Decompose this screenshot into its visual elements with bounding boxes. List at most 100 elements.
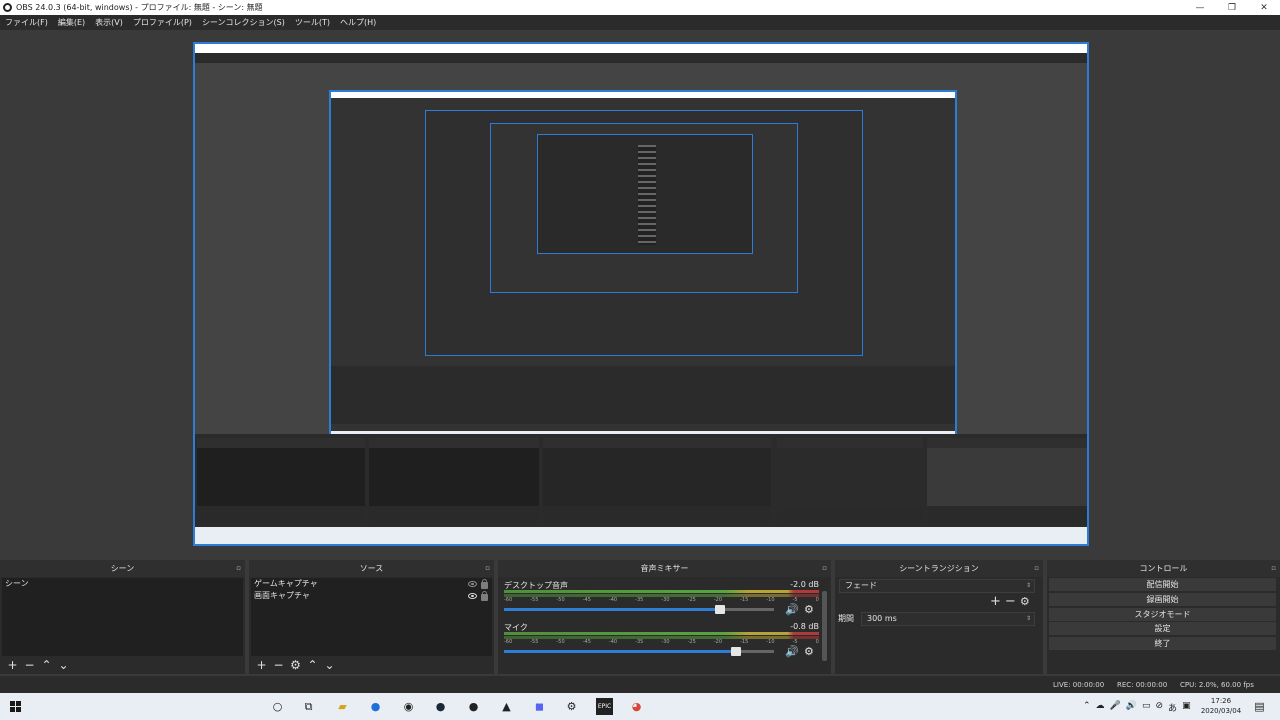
float-icon[interactable]: ▫: [236, 560, 241, 577]
mixer-title: 音声ミキサー: [640, 564, 689, 573]
meter-tick-label: -20: [713, 597, 723, 603]
mixer-channel-mic: マイク -0.8 dB -60 -55 -50 -45 -40 -35 -30 -25 -20-…: [504, 622, 819, 662]
rec-status: REC: 00:00:00: [1117, 681, 1168, 689]
meter-ticks: -60 -55 -50 -45 -40 -35 -30 -25 -20 -15 -10 -5 0: [504, 639, 819, 647]
disabled-icon[interactable]: ⊘: [1156, 701, 1164, 714]
source-item[interactable]: 画面キャプチャ: [251, 590, 492, 602]
title-bar: OBS 24.0.3 (64-bit, windows) - プロファイル: 無…: [0, 0, 1280, 15]
notification-icon[interactable]: ▤: [1251, 698, 1268, 715]
volume-handle[interactable]: [731, 647, 742, 656]
task-view-icon[interactable]: ⧉: [300, 698, 317, 715]
volume-handle[interactable]: [715, 605, 725, 614]
obs-window: OBS 24.0.3 (64-bit, windows) - プロファイル: 無…: [0, 0, 1280, 720]
app-blue-icon[interactable]: ●: [367, 698, 384, 715]
move-source-down-button[interactable]: ⌄: [321, 658, 338, 672]
chrome-icon[interactable]: ◕: [628, 698, 645, 715]
speaker-icon[interactable]: 🔊: [785, 645, 799, 658]
scenes-list[interactable]: シーン: [2, 578, 243, 656]
taskbar-clock[interactable]: 17:26 2020/03/04: [1196, 696, 1246, 716]
sources-title: ソース: [359, 564, 384, 573]
live-status: LIVE: 00:00:00: [1053, 681, 1105, 689]
scene-item[interactable]: シーン: [2, 578, 243, 590]
mic-icon[interactable]: 🎤: [1110, 701, 1121, 714]
add-scene-button[interactable]: +: [4, 658, 21, 672]
float-icon[interactable]: ▫: [1271, 560, 1276, 577]
move-source-up-button[interactable]: ⌃: [304, 658, 321, 672]
studio-mode-button[interactable]: スタジオモード: [1049, 608, 1276, 621]
settings-button[interactable]: 設定: [1049, 622, 1276, 635]
gear-icon[interactable]: ⚙: [804, 603, 814, 616]
nested-transitions-panel: [777, 438, 923, 524]
maximize-button[interactable]: ❐: [1216, 0, 1248, 15]
sources-toolbar: + − ⚙ ⌃ ⌄: [253, 656, 338, 674]
meter-tick-label: -60: [504, 639, 513, 645]
device-icon[interactable]: ▣: [1182, 701, 1191, 714]
float-icon[interactable]: ▫: [485, 560, 490, 577]
meter-tick-label: -35: [635, 597, 644, 603]
minimize-button[interactable]: —: [1184, 0, 1216, 15]
lock-icon[interactable]: [481, 579, 488, 589]
preview-canvas[interactable]: [193, 42, 1089, 546]
exit-button[interactable]: 終了: [1049, 637, 1276, 650]
network-icon[interactable]: ▭: [1142, 701, 1151, 714]
add-transition-button[interactable]: +: [990, 594, 1001, 609]
volume-icon[interactable]: 🔊: [1126, 701, 1137, 714]
volume-fill: [504, 608, 720, 611]
file-explorer-icon[interactable]: ▰: [334, 698, 351, 715]
visibility-eye-icon[interactable]: [468, 593, 477, 599]
start-streaming-button[interactable]: 配信開始: [1049, 578, 1276, 591]
chevron-up-icon[interactable]: ⌃: [1083, 701, 1091, 714]
sources-list[interactable]: ゲームキャプチャ 画面キャプチャ: [251, 578, 492, 656]
mixer-scrollbar[interactable]: [821, 579, 828, 671]
remove-scene-button[interactable]: −: [21, 658, 38, 672]
spin-arrow-icon[interactable]: ⇕: [1026, 613, 1031, 625]
meter-tick-label: -50: [556, 639, 565, 645]
scenes-dock: シーン + − ⌃ ⌄: [0, 577, 245, 674]
transition-gear-icon[interactable]: ⚙: [1020, 595, 1030, 608]
photos-icon[interactable]: ▲: [498, 698, 515, 715]
menu-scene-collection[interactable]: シーンコレクション(S): [197, 17, 290, 28]
meter-tick-label: -50: [556, 597, 565, 603]
mixer-dock-title: 音声ミキサー ▫: [498, 560, 831, 577]
menu-file[interactable]: ファイル(F): [0, 17, 53, 28]
clock-date: 2020/03/04: [1200, 707, 1242, 715]
menu-view[interactable]: 表示(V): [90, 17, 128, 28]
menu-tools[interactable]: ツール(T): [290, 17, 335, 28]
visibility-eye-icon[interactable]: [468, 581, 477, 587]
remove-source-button[interactable]: −: [270, 658, 287, 672]
close-button[interactable]: ✕: [1248, 0, 1280, 15]
menu-help[interactable]: ヘルプ(H): [335, 17, 381, 28]
windows-start-icon[interactable]: [10, 701, 21, 712]
steam-icon[interactable]: ●: [432, 698, 449, 715]
volume-meter: [504, 632, 819, 635]
transition-select[interactable]: フェード ⇕: [839, 579, 1035, 593]
source-item[interactable]: ゲームキャプチャ: [251, 578, 492, 590]
app-dark-icon[interactable]: ●: [465, 698, 482, 715]
weather-icon[interactable]: ☁: [1096, 701, 1105, 714]
ime-icon[interactable]: あ: [1168, 701, 1177, 714]
source-properties-gear-icon[interactable]: ⚙: [287, 658, 304, 672]
browser-icon[interactable]: ◉: [400, 698, 417, 715]
start-recording-button[interactable]: 録画開始: [1049, 593, 1276, 606]
cortana-icon[interactable]: ○: [269, 698, 286, 715]
speaker-icon[interactable]: 🔊: [785, 603, 799, 616]
move-scene-down-button[interactable]: ⌄: [55, 658, 72, 672]
move-scene-up-button[interactable]: ⌃: [38, 658, 55, 672]
duration-field[interactable]: 300 ms ⇕: [861, 612, 1035, 626]
meter-tick-label: -15: [740, 639, 749, 645]
menu-edit[interactable]: 編集(E): [53, 17, 90, 28]
volume-slider[interactable]: [504, 605, 774, 614]
settings-icon[interactable]: ⚙: [563, 698, 580, 715]
discord-icon[interactable]: ◼: [531, 698, 548, 715]
lock-icon[interactable]: [481, 591, 488, 601]
volume-slider[interactable]: [504, 647, 774, 656]
add-source-button[interactable]: +: [253, 658, 270, 672]
menu-profile[interactable]: プロファイル(P): [128, 17, 197, 28]
float-icon[interactable]: ▫: [1034, 560, 1039, 577]
float-icon[interactable]: ▫: [822, 560, 827, 577]
epic-games-icon[interactable]: EPIC: [596, 698, 613, 715]
meter-tick-label: -20: [713, 639, 723, 645]
gear-icon[interactable]: ⚙: [804, 645, 814, 658]
remove-transition-button[interactable]: −: [1005, 594, 1016, 609]
window-title: OBS 24.0.3 (64-bit, windows) - プロファイル: 無…: [16, 3, 263, 12]
